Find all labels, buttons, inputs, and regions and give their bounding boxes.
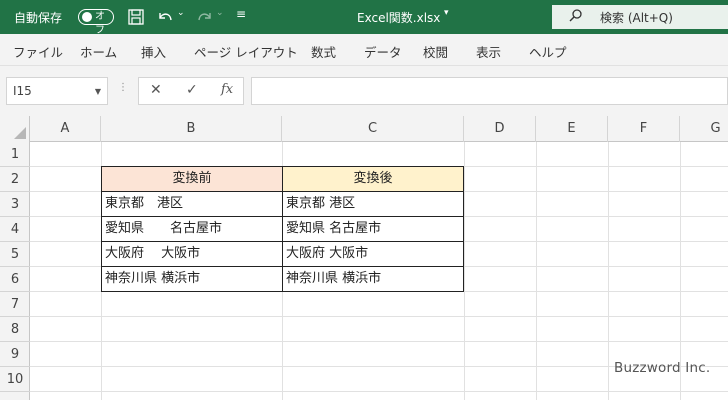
gridline <box>536 142 537 400</box>
cancel-icon[interactable]: ✕ <box>150 82 162 98</box>
gridline <box>30 316 728 317</box>
name-box-value: I15 <box>13 84 32 98</box>
autosave-label: 自動保存 <box>14 11 63 25</box>
row-header-8[interactable]: 8 <box>0 317 30 342</box>
document-title: Excel関数.xlsx <box>357 11 441 25</box>
tab-view[interactable]: 表示 <box>476 42 501 61</box>
save-icon[interactable] <box>127 8 145 26</box>
column-header-b[interactable]: B <box>101 116 282 142</box>
insert-function-icon[interactable]: fx <box>221 82 233 97</box>
tab-file[interactable]: ファイル <box>13 42 63 61</box>
name-box-dropdown-icon[interactable]: ▼ <box>95 87 101 96</box>
title-bar: 自動保存 オフ ⌄ ⌄ ≡ Excel関数.xlsx ▾ 検索 (Alt+Q) <box>0 0 728 36</box>
title-dropdown-icon[interactable]: ▾ <box>444 8 449 18</box>
row-header-5[interactable]: 5 <box>0 242 30 267</box>
customize-quick-access-icon[interactable]: ≡ <box>236 7 246 21</box>
tab-page-layout[interactable]: ページ レイアウト <box>194 42 298 61</box>
formula-bar: I15 ▼ ⋮ ✕ ✓ fx <box>0 66 728 116</box>
select-all-corner[interactable] <box>0 116 30 142</box>
row-header-10[interactable]: 10 <box>0 367 30 392</box>
row-header-4[interactable]: 4 <box>0 217 30 242</box>
gridline <box>30 341 728 342</box>
row-header-2[interactable]: 2 <box>0 167 30 192</box>
row-header-6[interactable]: 6 <box>0 267 30 292</box>
table-inner-hline <box>101 191 464 192</box>
table-inner-vline <box>282 166 283 292</box>
formula-input[interactable] <box>251 77 728 105</box>
tab-formulas[interactable]: 数式 <box>311 42 336 61</box>
tab-help[interactable]: ヘルプ <box>529 42 567 61</box>
ribbon-tabs: ファイル ホーム 挿入 ページ レイアウト 数式 データ 校閲 表示 ヘルプ <box>0 34 728 66</box>
autosave-toggle[interactable]: オフ <box>78 9 114 36</box>
column-header-g[interactable]: G <box>680 116 728 142</box>
column-header-a[interactable]: A <box>30 116 101 142</box>
search-box[interactable]: 検索 (Alt+Q) <box>552 5 728 29</box>
row-header-3[interactable]: 3 <box>0 192 30 217</box>
search-icon <box>569 9 582 22</box>
gridline <box>30 391 728 392</box>
worksheet-grid[interactable]: A B C D E F G 1 2 3 4 5 6 7 8 9 10 変換前 変… <box>0 116 728 400</box>
table-inner-hline <box>101 216 464 217</box>
name-box[interactable]: I15 ▼ <box>6 77 108 105</box>
column-header-d[interactable]: D <box>464 116 536 142</box>
enter-icon[interactable]: ✓ <box>186 82 198 98</box>
formula-buttons: ✕ ✓ fx <box>138 77 244 105</box>
column-headers: A B C D E F G <box>0 116 728 142</box>
column-header-e[interactable]: E <box>536 116 608 142</box>
watermark: Buzzword Inc. <box>614 360 711 376</box>
gridline <box>608 142 609 400</box>
redo-dropdown-icon[interactable]: ⌄ <box>216 8 224 18</box>
gridline <box>464 142 465 400</box>
row-header-7[interactable]: 7 <box>0 292 30 317</box>
undo-dropdown-icon[interactable]: ⌄ <box>177 8 185 18</box>
tab-data[interactable]: データ <box>364 42 402 61</box>
column-header-c[interactable]: C <box>282 116 464 142</box>
row-header-9[interactable]: 9 <box>0 342 30 367</box>
formula-bar-splitter[interactable]: ⋮ <box>118 82 128 93</box>
row-header-1[interactable]: 1 <box>0 142 30 167</box>
tab-home[interactable]: ホーム <box>80 42 117 61</box>
select-all-triangle <box>14 127 26 139</box>
tab-insert[interactable]: 挿入 <box>141 42 166 61</box>
undo-icon[interactable] <box>156 8 174 26</box>
row-headers: 1 2 3 4 5 6 7 8 9 10 <box>0 142 30 400</box>
search-text: 検索 (Alt+Q) <box>600 11 673 25</box>
column-header-f[interactable]: F <box>608 116 680 142</box>
redo-icon[interactable] <box>196 8 214 26</box>
toggle-knob <box>82 12 92 22</box>
table-inner-hline <box>101 241 464 242</box>
table-inner-hline <box>101 266 464 267</box>
tab-review[interactable]: 校閲 <box>423 42 448 61</box>
